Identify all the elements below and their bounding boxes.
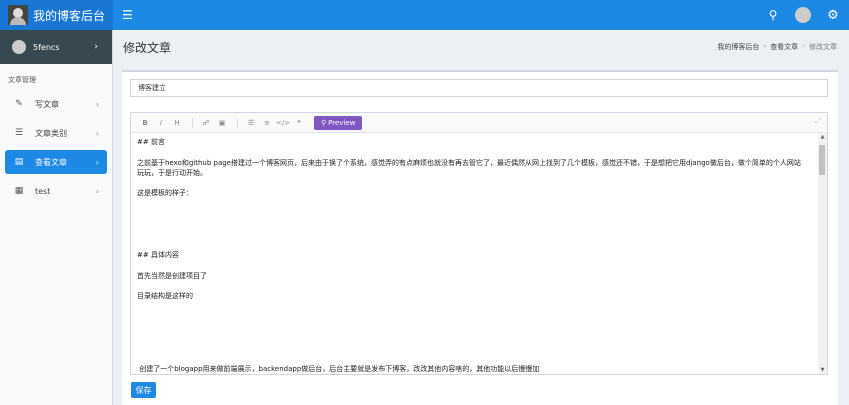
search-icon[interactable]: ⚲ — [761, 8, 785, 22]
quote-icon[interactable]: ❝ — [292, 116, 306, 130]
preview-button[interactable]: ⚲ Preview — [314, 115, 363, 130]
page-title: 修改文章 — [123, 40, 172, 55]
chevron-right-icon: › — [95, 157, 99, 167]
preview-label: Preview — [328, 118, 356, 127]
markdown-editor: B I H ☍ ▣ ☰ ≡ </> ❝ ⚲ Preview ⤢ ## 前言 之前… — [130, 112, 828, 375]
heading-icon[interactable]: H — [170, 116, 184, 130]
breadcrumb-separator: › — [763, 42, 767, 50]
chevron-right-icon: › — [94, 42, 98, 52]
book-icon: ▤ — [14, 157, 24, 167]
sidebar-item-write[interactable]: ✎ 写文章 › — [5, 92, 107, 116]
breadcrumb: 我的博客后台 › 查看文章 › 修改文章 — [717, 42, 837, 52]
scroll-down-icon[interactable]: ▼ — [818, 367, 827, 373]
user-panel[interactable]: 5fencs › — [0, 30, 112, 64]
editor-toolbar: B I H ☍ ▣ ☰ ≡ </> ❝ ⚲ Preview ⤢ — [131, 113, 827, 133]
chevron-right-icon: › — [95, 186, 99, 196]
top-right-controls: ⚲ ⚙ — [761, 0, 849, 30]
top-navbar: 我的博客后台 ☰ ⚲ ⚙ — [0, 0, 849, 30]
chevron-right-icon: › — [95, 99, 99, 109]
sidebar-item-test[interactable]: ▦ test › — [5, 179, 107, 203]
link-icon[interactable]: ☍ — [199, 116, 213, 130]
save-button[interactable]: 保存 — [131, 382, 156, 398]
bold-icon[interactable]: B — [138, 116, 152, 130]
italic-icon[interactable]: I — [154, 116, 168, 130]
editor-content[interactable]: ## 前言 之前基于hexo和github page搭建过一个博客网页，后来由于… — [131, 133, 817, 374]
sidebar: 5fencs › 文章管理 ✎ 写文章 › ☰ 文章类别 › ▤ 查看文章 › … — [0, 30, 113, 405]
toolbar-divider — [192, 117, 193, 128]
sidebar-item-label: 文章类别 — [35, 128, 67, 138]
user-name: 5fencs — [33, 42, 60, 52]
breadcrumb-current: 修改文章 — [809, 43, 837, 51]
editor-scrollbar[interactable]: ▲ ▼ — [818, 133, 827, 374]
code-icon[interactable]: </> — [276, 116, 290, 130]
avatar — [12, 40, 26, 54]
avatar[interactable] — [795, 7, 811, 23]
unordered-list-icon[interactable]: ≡ — [260, 116, 274, 130]
edit-article-panel: B I H ☍ ▣ ☰ ≡ </> ❝ ⚲ Preview ⤢ ## 前言 之前… — [122, 70, 838, 405]
app-title: 我的博客后台 — [33, 8, 106, 23]
breadcrumb-view-articles[interactable]: 查看文章 — [770, 42, 798, 52]
brand[interactable]: 我的博客后台 — [0, 0, 113, 30]
ordered-list-icon[interactable]: ☰ — [244, 116, 258, 130]
article-title-input[interactable] — [130, 79, 828, 97]
list-icon: ☰ — [14, 128, 24, 138]
image-icon[interactable]: ▣ — [215, 116, 229, 130]
chevron-right-icon: › — [95, 128, 99, 138]
page-header: 修改文章 我的博客后台 › 查看文章 › 修改文章 — [113, 30, 849, 64]
main-content: 修改文章 我的博客后台 › 查看文章 › 修改文章 B I H ☍ ▣ ☰ ≡ … — [113, 30, 849, 405]
breadcrumb-separator: › — [802, 42, 805, 50]
logo — [8, 5, 28, 25]
toolbar-divider — [237, 117, 238, 128]
grid-icon: ▦ — [14, 186, 24, 196]
search-icon: ⚲ — [321, 118, 327, 127]
scroll-thumb[interactable] — [819, 145, 825, 175]
editor-textarea[interactable]: ## 前言 之前基于hexo和github page搭建过一个博客网页，后来由于… — [131, 133, 827, 374]
scroll-up-icon[interactable]: ▲ — [818, 134, 827, 140]
sidebar-item-label: test — [35, 186, 51, 196]
sidebar-item-view-articles[interactable]: ▤ 查看文章 › — [5, 150, 107, 174]
sidebar-item-label: 写文章 — [35, 99, 59, 109]
gear-icon[interactable]: ⚙ — [823, 8, 843, 23]
bars-icon[interactable]: ☰ — [122, 8, 133, 22]
breadcrumb-home[interactable]: 我的博客后台 — [717, 42, 759, 52]
sidebar-item-label: 查看文章 — [35, 157, 67, 167]
fullscreen-icon[interactable]: ⤢ — [815, 117, 821, 126]
pencil-icon: ✎ — [15, 99, 23, 109]
sidebar-section-header: 文章管理 — [8, 76, 36, 84]
sidebar-item-categories[interactable]: ☰ 文章类别 › — [5, 121, 107, 145]
